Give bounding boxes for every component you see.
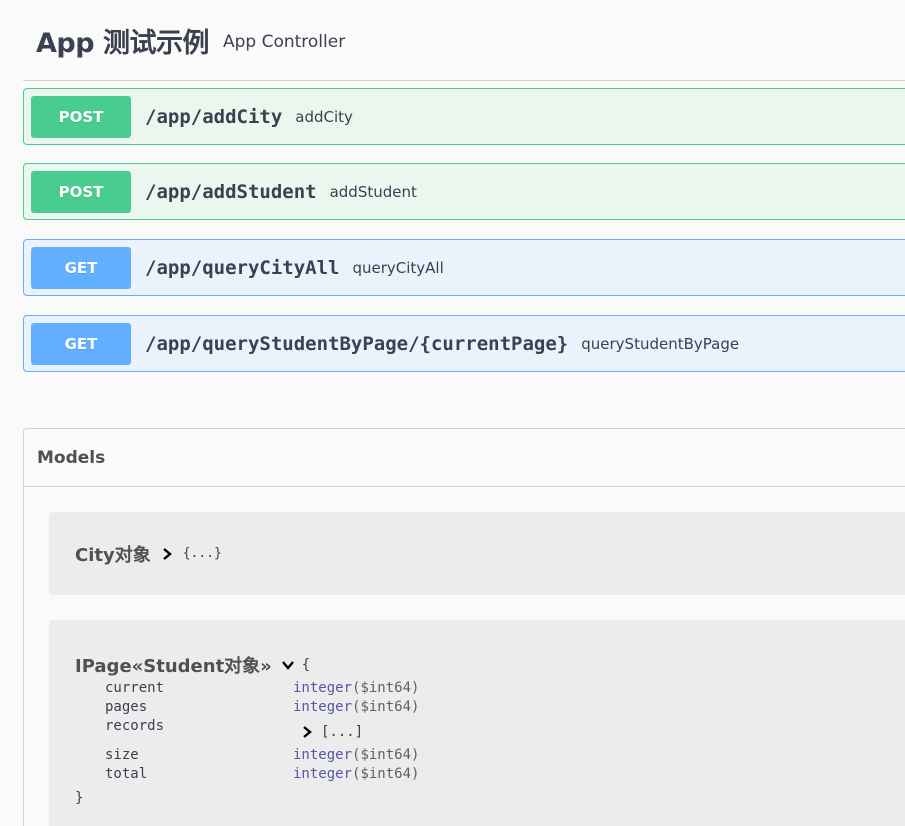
property-row: size integer ($int64) xyxy=(105,747,419,763)
model-city-name: City对象 xyxy=(75,544,151,566)
property-name: size xyxy=(105,747,139,763)
property-format: ($int64) xyxy=(352,699,420,715)
property-name: total xyxy=(105,766,148,782)
property-row: records xyxy=(105,718,293,734)
method-badge: GET xyxy=(31,246,131,289)
operation-path: /app/queryCityAll xyxy=(145,256,340,279)
method-badge: POST xyxy=(31,95,131,138)
operation-add-student[interactable]: POST /app/addStudent addStudent xyxy=(23,163,905,220)
property-row: pages integer ($int64) xyxy=(105,699,419,715)
operation-summary: queryCityAll xyxy=(352,258,444,277)
property-format: ($int64) xyxy=(352,680,420,696)
tag-description: App Controller xyxy=(222,31,346,52)
tag-name: App 测试示例 xyxy=(36,27,209,59)
property-name: pages xyxy=(105,699,148,715)
operation-path: /app/queryStudentByPage/{currentPage} xyxy=(145,332,569,355)
property-type: integer xyxy=(293,699,353,715)
open-brace: { xyxy=(301,657,311,673)
records-collapsed-brackets[interactable]: [...] xyxy=(321,724,363,740)
property-format: ($int64) xyxy=(352,747,420,763)
operation-summary: queryStudentByPage xyxy=(581,334,740,353)
property-type: integer xyxy=(293,680,353,696)
operation-summary: addStudent xyxy=(329,182,417,201)
model-ipage-name[interactable]: IPage«Student对象» xyxy=(75,652,272,678)
operation-path: /app/addCity xyxy=(145,105,283,128)
chevron-right-icon[interactable] xyxy=(299,724,315,740)
models-section: Models City对象 {...} IPage«Student对象» { c… xyxy=(23,428,905,826)
close-brace: } xyxy=(75,790,84,806)
method-badge: POST xyxy=(31,170,131,213)
model-city[interactable]: City对象 {...} xyxy=(49,512,905,595)
property-row: current integer ($int64) xyxy=(105,680,419,696)
method-badge: GET xyxy=(31,322,131,365)
property-type: integer xyxy=(293,766,353,782)
property-name: records xyxy=(105,718,165,734)
operation-add-city[interactable]: POST /app/addCity addCity xyxy=(23,88,905,145)
property-format: ($int64) xyxy=(352,766,420,782)
operation-summary: addCity xyxy=(295,107,353,126)
operation-path: /app/addStudent xyxy=(145,180,317,203)
operation-query-city-all[interactable]: GET /app/queryCityAll queryCityAll xyxy=(23,239,905,296)
operation-query-student-by-page[interactable]: GET /app/queryStudentByPage/{currentPage… xyxy=(23,315,905,372)
models-title: Models xyxy=(37,447,106,468)
tag-header[interactable]: App 测试示例 App Controller xyxy=(23,0,905,81)
property-type: integer xyxy=(293,747,353,763)
models-header[interactable]: Models xyxy=(24,429,905,487)
model-ipage: IPage«Student对象» { current integer ($int… xyxy=(49,620,905,826)
chevron-down-icon[interactable] xyxy=(280,657,296,673)
chevron-right-icon[interactable] xyxy=(159,546,175,562)
property-row: total integer ($int64) xyxy=(105,766,419,782)
records-expand[interactable]: [...] xyxy=(299,724,363,740)
property-name: current xyxy=(105,680,165,696)
model-collapsed-braces[interactable]: {...} xyxy=(183,546,222,561)
